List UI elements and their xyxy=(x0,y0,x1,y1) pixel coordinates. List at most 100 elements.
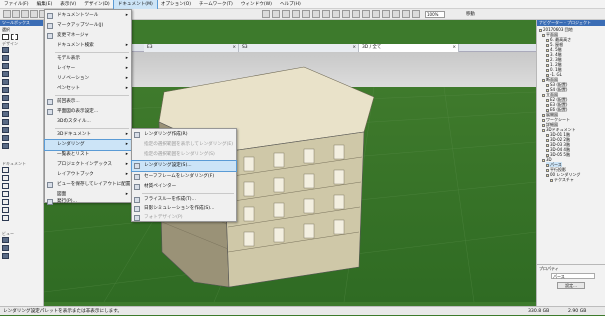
menu-item-document-search[interactable]: ドキュメント検索 ▸ xyxy=(45,41,131,51)
menu-item-publish[interactable]: 発行(P)... xyxy=(45,199,131,205)
nav-item-texture[interactable]: テクスチャ xyxy=(550,177,574,182)
tab-3d-all[interactable]: 3D / 全て × xyxy=(359,44,459,52)
guide-icon[interactable] xyxy=(352,10,360,18)
window-tool-icon[interactable] xyxy=(2,119,9,125)
marquee-tool-icon[interactable] xyxy=(272,10,280,18)
menu-item-layout-book[interactable]: レイアウトブック ▸ xyxy=(45,170,131,180)
beam-tool-icon[interactable] xyxy=(2,63,9,69)
detail-tool-icon[interactable] xyxy=(2,253,9,259)
line-tool-icon[interactable] xyxy=(2,207,9,213)
label-tool-icon[interactable] xyxy=(2,191,9,197)
pan-icon[interactable] xyxy=(322,10,330,18)
arrow-select-icon[interactable] xyxy=(2,34,9,40)
zoom-field[interactable]: 100% xyxy=(425,11,445,18)
menu-item-document-tools[interactable]: ドキュメントツール ▸ xyxy=(45,11,131,21)
snap-icon[interactable] xyxy=(332,10,340,18)
close-icon[interactable]: × xyxy=(232,44,236,52)
menu-item-label: 指定の選択範囲をレンダリング(S) xyxy=(144,152,215,157)
roof-tool-icon[interactable] xyxy=(2,79,9,85)
curtain-wall-tool-icon[interactable] xyxy=(2,103,9,109)
menu-item-save-view-place[interactable]: ビューを保存してレイアウトに配置 Alt+F7 xyxy=(45,180,147,190)
menu-edit[interactable]: 編集(E) xyxy=(33,0,57,9)
print-icon[interactable] xyxy=(30,10,38,18)
section-tool-icon[interactable] xyxy=(2,237,9,243)
menu-item-label: 前回表示... xyxy=(57,99,80,104)
menu-file[interactable]: ファイル(F) xyxy=(0,0,33,9)
line-icon[interactable] xyxy=(392,10,400,18)
menu-design[interactable]: デザイン(D) xyxy=(80,0,114,9)
chevron-right-icon: ▸ xyxy=(125,132,128,137)
marquee-select-icon[interactable] xyxy=(11,34,18,40)
layer-icon[interactable] xyxy=(362,10,370,18)
view-name-field[interactable]: パース xyxy=(551,273,595,279)
menu-item-change-manager[interactable]: 変更マネージャ xyxy=(45,31,131,41)
railing-tool-icon[interactable] xyxy=(2,95,9,101)
text-tool-icon[interactable] xyxy=(2,183,9,189)
fill-tool-icon[interactable] xyxy=(2,199,9,205)
mesh-tool-icon[interactable] xyxy=(2,143,9,149)
tab-s3[interactable]: S3 × xyxy=(239,44,359,52)
fill-icon[interactable] xyxy=(382,10,390,18)
menu-item-render-settings[interactable]: レンダリング設定(S)... xyxy=(131,160,237,172)
menu-options[interactable]: オプション(O) xyxy=(157,0,195,9)
menu-item-label: レンダリング設定(S)... xyxy=(144,163,192,168)
grid-icon[interactable] xyxy=(342,10,350,18)
arc-tool-icon[interactable] xyxy=(2,215,9,221)
orbit-icon[interactable] xyxy=(312,10,320,18)
level-dimension-tool-icon[interactable] xyxy=(2,175,9,181)
menu-item-previous-view[interactable]: 前回表示... xyxy=(45,97,131,107)
menu-item-safe-frame[interactable]: セーフフレームをレンダリング(F) xyxy=(132,172,236,182)
settings-button[interactable]: 設定... xyxy=(557,282,585,289)
open-icon[interactable] xyxy=(12,10,20,18)
menu-item-3d-document[interactable]: 3Dドキュメント ▸ xyxy=(45,130,131,140)
rendering-submenu: レンダリング作成(R) 指定の選択範囲を表示してレンダリング(E) 指定の選択範… xyxy=(131,128,237,222)
arrow-tool-icon[interactable] xyxy=(262,10,270,18)
fit-window-icon[interactable] xyxy=(302,10,310,18)
menu-item-label: 平面図の表示設定... xyxy=(57,109,99,114)
menu-window[interactable]: ウィンドウ(W) xyxy=(237,0,276,9)
menu-item-layers[interactable]: レイヤー ▸ xyxy=(45,64,131,74)
menu-item-floor-plan-display[interactable]: 平面図の表示設定... xyxy=(45,107,131,117)
photo-icon xyxy=(134,215,140,221)
tab-e3[interactable]: E3 × xyxy=(144,44,239,52)
elevation-tool-icon[interactable] xyxy=(2,245,9,251)
menu-item-renovation[interactable]: リノベーション ▸ xyxy=(45,74,131,84)
object-tool-icon[interactable] xyxy=(2,127,9,133)
menu-view[interactable]: 表示(V) xyxy=(56,0,80,9)
render-icon[interactable] xyxy=(402,10,410,18)
menu-item-schedules[interactable]: 一覧表とリスト ▸ xyxy=(45,150,131,160)
menu-item-material-painter[interactable]: 材質ペインター xyxy=(132,182,236,192)
menu-item-render[interactable]: レンダリング作成(R) xyxy=(132,130,236,140)
wall-tool-icon[interactable] xyxy=(2,47,9,53)
menu-item-photo-design[interactable]: フォトデザイン(P) xyxy=(132,213,236,223)
menu-item-project-index[interactable]: プロジェクトインデックス ▸ xyxy=(45,160,131,170)
slab-tool-icon[interactable] xyxy=(2,71,9,77)
move-label[interactable]: 移動 xyxy=(466,11,475,18)
menu-item-render-selection-show[interactable]: 指定の選択範囲を表示してレンダリング(E) xyxy=(132,140,236,150)
menu-item-rendering[interactable]: レンダリング ▸ xyxy=(44,139,132,151)
chevron-right-icon: ▸ xyxy=(125,192,128,197)
save-view-icon xyxy=(47,182,53,188)
zoom-in-icon[interactable] xyxy=(282,10,290,18)
save-icon[interactable] xyxy=(21,10,29,18)
menu-teamwork[interactable]: チームワーク(T) xyxy=(195,0,237,9)
zoom-out-icon[interactable] xyxy=(292,10,300,18)
menu-item-render-selection[interactable]: 指定の選択範囲をレンダリング(S) xyxy=(132,150,236,160)
zone-tool-icon[interactable] xyxy=(2,135,9,141)
door-tool-icon[interactable] xyxy=(2,111,9,117)
menu-document[interactable]: ドキュメント(M) xyxy=(112,0,158,10)
menu-item-3d-style[interactable]: 3Dのスタイル... xyxy=(45,117,131,127)
menu-item-markup-tools[interactable]: マークアップツール(J) xyxy=(45,21,131,31)
menu-item-pen-sets[interactable]: ペンセット ▸ xyxy=(45,84,131,94)
column-tool-icon[interactable] xyxy=(2,55,9,61)
dimension-tool-icon[interactable] xyxy=(2,167,9,173)
section-icon[interactable] xyxy=(412,10,420,18)
close-icon[interactable]: × xyxy=(352,44,356,52)
pen-icon[interactable] xyxy=(372,10,380,18)
stair-tool-icon[interactable] xyxy=(2,87,9,93)
new-icon[interactable] xyxy=(3,10,11,18)
menu-help[interactable]: ヘルプ(H) xyxy=(276,0,305,9)
menu-item-model-view[interactable]: モデル表示 ▸ xyxy=(45,54,131,64)
select-label[interactable]: 選択 xyxy=(0,27,43,32)
close-icon[interactable]: × xyxy=(452,44,456,52)
